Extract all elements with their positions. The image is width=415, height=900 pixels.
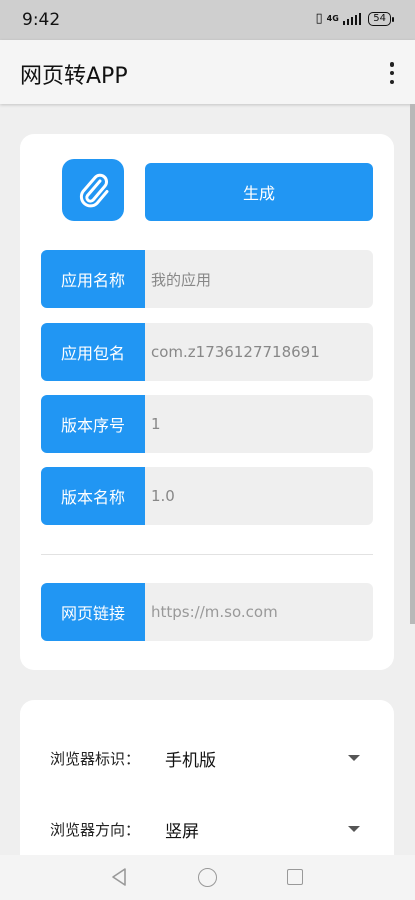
home-icon[interactable]: [198, 868, 217, 887]
network-type: 4G: [326, 13, 339, 23]
user-agent-select[interactable]: 浏览器标识： 手机版: [50, 743, 360, 773]
version-name-field: 版本名称 1.0: [41, 467, 373, 525]
divider: [41, 554, 373, 555]
app-bar: 网页转APP: [0, 40, 415, 104]
user-agent-value: 手机版: [165, 750, 216, 771]
back-icon[interactable]: [110, 867, 128, 887]
scrollbar[interactable]: [410, 104, 415, 624]
url-field: 网页链接 https://m.so.com: [41, 583, 373, 641]
user-agent-label: 浏览器标识：: [50, 749, 141, 768]
version-code-label: 版本序号: [41, 395, 145, 453]
orientation-select[interactable]: 浏览器方向： 竖屏: [50, 814, 360, 844]
version-name-label: 版本名称: [41, 467, 145, 525]
status-bar: 9:42 ▯ 4G 54: [0, 0, 415, 40]
package-name-field: 应用包名 com.z1736127718691: [41, 323, 373, 381]
generate-button[interactable]: 生成: [145, 163, 373, 221]
version-code-field: 版本序号 1: [41, 395, 373, 453]
status-time: 9:42: [22, 10, 61, 30]
orientation-label: 浏览器方向：: [50, 820, 141, 839]
recents-icon[interactable]: [287, 869, 303, 885]
orientation-value: 竖屏: [165, 821, 199, 842]
app-title: 网页转APP: [20, 64, 128, 89]
app-icon-button[interactable]: [62, 159, 124, 221]
app-name-label: 应用名称: [41, 250, 145, 308]
system-nav-bar: [0, 855, 415, 900]
url-input[interactable]: https://m.so.com: [145, 583, 373, 641]
app-name-input[interactable]: 我的应用: [145, 250, 373, 308]
battery-icon: 54: [368, 11, 394, 26]
version-code-input[interactable]: 1: [145, 395, 373, 453]
package-name-input[interactable]: com.z1736127718691: [145, 323, 373, 381]
package-name-label: 应用包名: [41, 323, 145, 381]
version-name-input[interactable]: 1.0: [145, 467, 373, 525]
paperclip-icon: [79, 173, 109, 208]
more-vert-icon[interactable]: [387, 62, 397, 84]
app-name-field: 应用名称 我的应用: [41, 250, 373, 308]
dropdown-arrow-icon: [348, 826, 360, 832]
app-form-card: 生成 应用名称 我的应用 应用包名 com.z1736127718691 版本序…: [20, 134, 394, 670]
dropdown-arrow-icon: [348, 755, 360, 761]
status-icons: ▯ 4G 54: [315, 11, 394, 26]
vibrate-icon: ▯: [315, 11, 323, 26]
signal-icon: [342, 12, 362, 25]
url-label: 网页链接: [41, 583, 145, 641]
